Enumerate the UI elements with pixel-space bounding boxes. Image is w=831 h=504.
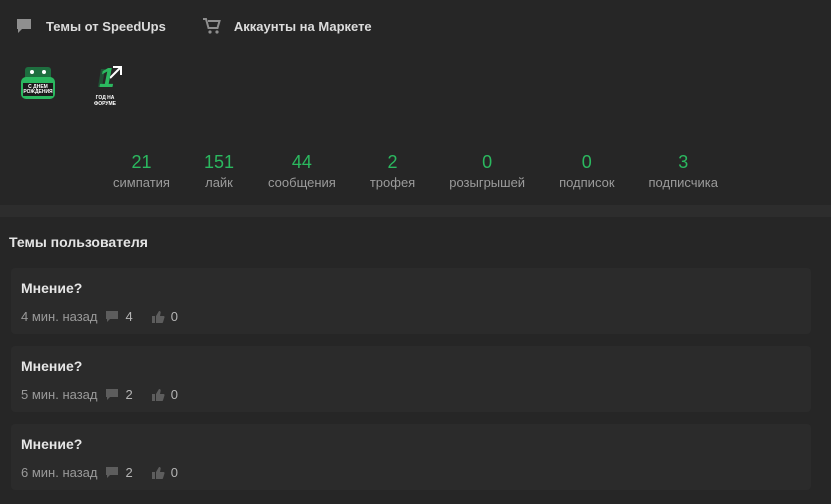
- topic-meta: 6 мин. назад 2 0: [21, 465, 188, 480]
- stat-sympathy-label: симпатия: [113, 175, 170, 190]
- topic-meta: 5 мин. назад 2 0: [21, 387, 188, 402]
- topic-card[interactable]: Мнение? 4 мин. назад 4 0: [11, 268, 811, 334]
- profile-stats: 21 симпатия 151 лайк 44 сообщения 2 трофея 0…: [0, 151, 831, 201]
- stat-likes-label: лайк: [205, 175, 233, 190]
- comment-icon: [105, 310, 119, 324]
- topic-time: 5 мин. назад: [21, 387, 98, 402]
- cart-icon: [202, 16, 222, 36]
- stat-subscriptions-value: 0: [581, 152, 592, 172]
- stat-giveaways-label: розыгрышей: [449, 175, 526, 190]
- stat-trophies-label: трофея: [369, 175, 416, 190]
- one-year-badge-text: ГОД НА ФОРУМЕ: [93, 95, 117, 107]
- stat-messages-label: сообщения: [268, 175, 336, 190]
- birthday-badge-text: С ДНЕМ РОЖДЕНИЯ: [23, 84, 53, 95]
- topic-likes: 0: [170, 309, 178, 324]
- birthday-cake-badge-icon[interactable]: С ДНЕМ РОЖДЕНИЯ: [16, 63, 60, 107]
- topic-time: 4 мин. назад: [21, 309, 98, 324]
- topic-replies: 4: [125, 309, 133, 324]
- topic-meta: 4 мин. назад 4 0: [21, 309, 188, 324]
- topic-card[interactable]: Мнение? 5 мин. назад 2 0: [11, 346, 811, 412]
- one-year-badge-icon[interactable]: 1 ГОД НА ФОРУМЕ: [86, 62, 130, 107]
- topic-replies: 2: [125, 465, 133, 480]
- stat-messages-value: 44: [291, 152, 312, 172]
- stat-likes-value: 151: [203, 152, 235, 172]
- nav-speedups-label: Темы от SpeedUps: [46, 18, 166, 34]
- topic-title[interactable]: Мнение?: [21, 280, 82, 296]
- thumbs-up-icon: [151, 388, 165, 402]
- comment-icon: [105, 466, 119, 480]
- stat-followers-label: подписчика: [648, 175, 718, 190]
- stat-giveaways[interactable]: 0 розыгрышей: [449, 151, 525, 201]
- nav-speedups-topics[interactable]: Темы от SpeedUps: [14, 16, 166, 36]
- stat-likes[interactable]: 151 лайк: [204, 151, 234, 201]
- thumbs-up-icon: [151, 310, 165, 324]
- one-year-badge-number: 1: [99, 62, 115, 93]
- topic-replies: 2: [125, 387, 133, 402]
- stat-trophies-value: 2: [387, 152, 398, 172]
- stat-messages[interactable]: 44 сообщения: [268, 151, 336, 201]
- topic-title[interactable]: Мнение?: [21, 358, 82, 374]
- user-topics-title: Темы пользователя: [9, 234, 148, 250]
- stat-subscriptions-label: подписок: [559, 175, 615, 190]
- nav-market-label: Аккаунты на Маркете: [233, 18, 372, 34]
- stat-sympathy-value: 21: [131, 152, 152, 172]
- stat-sympathy[interactable]: 21 симпатия: [113, 151, 170, 201]
- top-links: Темы от SpeedUps Аккаунты на Маркете: [0, 0, 831, 52]
- thumbs-up-icon: [151, 466, 165, 480]
- comment-icon: [105, 388, 119, 402]
- topic-time: 6 мин. назад: [21, 465, 98, 480]
- stat-giveaways-value: 0: [482, 152, 493, 172]
- nav-market-accounts[interactable]: Аккаунты на Маркете: [202, 16, 372, 36]
- stat-followers-value: 3: [678, 152, 689, 172]
- stat-trophies[interactable]: 2 трофея: [370, 151, 415, 201]
- badges: С ДНЕМ РОЖДЕНИЯ 1 ГОД НА ФОРУМЕ: [16, 62, 156, 107]
- topic-likes: 0: [170, 465, 178, 480]
- chat-bubble-icon: [14, 16, 34, 36]
- topic-card[interactable]: Мнение? 6 мин. назад 2 0: [11, 424, 811, 490]
- topic-likes: 0: [170, 387, 178, 402]
- stat-followers[interactable]: 3 подписчика: [649, 151, 718, 201]
- topic-title[interactable]: Мнение?: [21, 436, 82, 452]
- stat-subscriptions[interactable]: 0 подписок: [559, 151, 614, 201]
- section-divider: [0, 205, 831, 217]
